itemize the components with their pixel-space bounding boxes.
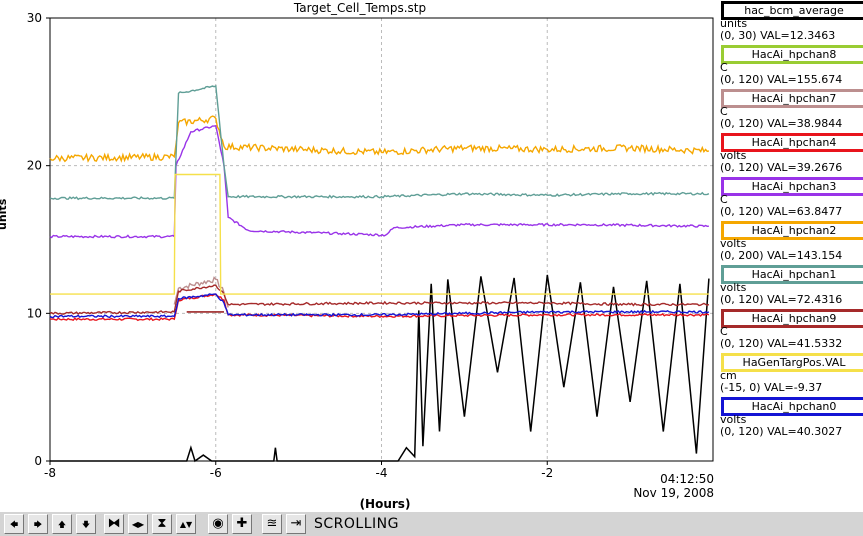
reset-icon: ◉: [212, 516, 224, 531]
zoom-out-horizontal-icon: ◀▶: [131, 520, 145, 529]
y-axis-label: units: [0, 198, 9, 230]
legend-range-value: (0, 120) VAL=41.5332: [720, 337, 843, 350]
x-tick-label: -6: [210, 466, 222, 480]
zoom-in-vertical-button[interactable]: ⧗: [152, 514, 172, 534]
legend-range-value: (0, 120) VAL=72.4316: [720, 293, 843, 306]
arrow-down-icon: 🡇: [81, 520, 91, 529]
arrow-left-icon: 🡄: [9, 520, 19, 529]
add-button[interactable]: ✚: [232, 514, 252, 534]
legend-range-value: (0, 30) VAL=12.3463: [720, 29, 836, 42]
legend-range-value: (0, 120) VAL=155.674: [720, 73, 843, 86]
autoscale-icon: ≊: [266, 516, 278, 531]
series-line: [49, 115, 710, 163]
legend-entry[interactable]: HacAi_hpchan0 volts (0, 120) VAL=40.3027: [719, 396, 863, 440]
legend-range-value: (0, 120) VAL=40.3027: [720, 425, 843, 438]
arrow-down-button[interactable]: 🡇: [76, 514, 96, 534]
legend-name: HacAi_hpchan9: [721, 309, 863, 328]
legend: hac_bcm_average units (0, 30) VAL=12.3463 H…: [719, 0, 863, 440]
legend-name: HaGenTargPos.VAL: [721, 353, 863, 372]
arrow-left-button[interactable]: 🡄: [4, 514, 24, 534]
series-line: [50, 173, 709, 295]
zoom-in-vertical-icon: ⧗: [157, 516, 167, 531]
scrolling-status: SCROLLING: [314, 516, 399, 532]
arrow-right-button[interactable]: 🡆: [28, 514, 48, 534]
arrow-up-button[interactable]: 🡅: [52, 514, 72, 534]
x-axis-label: (Hours): [359, 497, 411, 511]
scroll-button[interactable]: ⇥: [286, 514, 306, 534]
legend-entry[interactable]: HacAi_hpchan8 C (0, 120) VAL=155.674: [719, 44, 863, 88]
y-tick-label: 0: [34, 454, 42, 468]
timestamp-time: 04:12:50: [660, 472, 714, 486]
y-tick-label: 20: [27, 159, 42, 173]
legend-entry[interactable]: hac_bcm_average units (0, 30) VAL=12.3463: [719, 0, 863, 44]
legend-name: HacAi_hpchan3: [721, 177, 863, 196]
arrow-right-icon: 🡆: [33, 520, 43, 529]
legend-range-value: (0, 120) VAL=63.8477: [720, 205, 843, 218]
series-line: [49, 124, 709, 239]
timestamp-date: Nov 19, 2008: [633, 486, 714, 500]
legend-entry[interactable]: HacAi_hpchan1 volts (0, 120) VAL=72.4316: [719, 264, 863, 308]
legend-entry[interactable]: HacAi_hpchan3 C (0, 120) VAL=63.8477: [719, 176, 863, 220]
legend-range-value: (-15, 0) VAL=-9.37: [720, 381, 823, 394]
legend-entry[interactable]: HacAi_hpchan7 C (0, 120) VAL=38.9844: [719, 88, 863, 132]
series-line: [49, 84, 710, 201]
toolbar: SCROLLING 🡄 🡆 🡅 🡇 ⧓ ◀▶ ⧗ ▲▼ ◉ ✚ ≊ ⇥: [0, 512, 863, 536]
legend-range-value: (0, 120) VAL=38.9844: [720, 117, 843, 130]
zoom-out-vertical-button[interactable]: ▲▼: [176, 514, 196, 534]
zoom-in-horizontal-button[interactable]: ⧓: [104, 514, 124, 534]
legend-entry[interactable]: HaGenTargPos.VAL cm (-15, 0) VAL=-9.37: [719, 352, 863, 396]
legend-name: HacAi_hpchan7: [721, 89, 863, 108]
zoom-out-horizontal-button[interactable]: ◀▶: [128, 514, 148, 534]
zoom-out-vertical-icon: ▲▼: [179, 520, 193, 529]
arrow-up-icon: 🡅: [57, 520, 67, 529]
legend-entry[interactable]: HacAi_hpchan4 volts (0, 120) VAL=39.2676: [719, 132, 863, 176]
legend-entry[interactable]: HacAi_hpchan2 volts (0, 200) VAL=143.154: [719, 220, 863, 264]
y-tick-label: 10: [27, 306, 42, 320]
x-tick-label: -2: [541, 466, 553, 480]
legend-range-value: (0, 200) VAL=143.154: [720, 249, 843, 262]
chart-title: Target_Cell_Temps.stp: [293, 1, 427, 15]
autoscale-button[interactable]: ≊: [262, 514, 282, 534]
zoom-in-horizontal-icon: ⧓: [107, 516, 121, 531]
legend-range-value: (0, 120) VAL=39.2676: [720, 161, 843, 174]
legend-name: HacAi_hpchan8: [721, 45, 863, 64]
add-icon: ✚: [236, 516, 248, 531]
reset-button[interactable]: ◉: [208, 514, 228, 534]
x-tick-label: -4: [376, 466, 388, 480]
x-tick-label: -8: [44, 466, 56, 480]
legend-entry[interactable]: HacAi_hpchan9 C (0, 120) VAL=41.5332: [719, 308, 863, 352]
scroll-icon: ⇥: [290, 516, 302, 531]
